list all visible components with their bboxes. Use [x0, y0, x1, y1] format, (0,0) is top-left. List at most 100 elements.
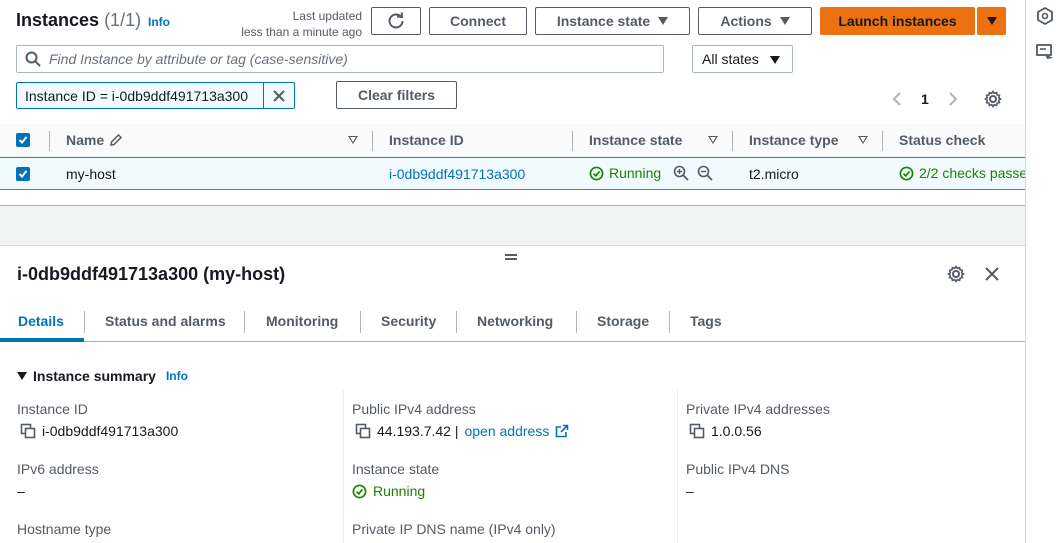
column-header-instance-type[interactable]: Instance type [749, 132, 838, 148]
column-header-name[interactable]: Name [66, 132, 104, 148]
actions-button[interactable]: Actions [698, 7, 812, 35]
info-link[interactable]: Info [166, 369, 188, 383]
search-bar[interactable] [16, 45, 664, 73]
tab-separator [244, 311, 245, 333]
feedback-icon[interactable] [1035, 42, 1055, 62]
cell-instance-id-link[interactable]: i-0db9ddf491713a300 [389, 166, 525, 182]
tab-networking[interactable]: Networking [477, 313, 553, 329]
private-ipv4-label: Private IPv4 addresses [686, 401, 830, 417]
column-divider [677, 390, 678, 543]
page-number[interactable]: 1 [921, 91, 929, 107]
public-ipv4-label: Public IPv4 address [352, 401, 476, 417]
public-ipv4-value: 44.193.7.42 | open address [355, 423, 569, 439]
tab-security[interactable]: Security [381, 313, 436, 329]
cell-status-text: 2/2 checks passed [919, 165, 1025, 181]
column-header-instance-state[interactable]: Instance state [589, 132, 682, 148]
launch-instances-button[interactable]: Launch instances [820, 7, 975, 35]
refresh-icon [388, 12, 404, 29]
tab-monitoring[interactable]: Monitoring [266, 313, 338, 329]
success-icon [899, 166, 914, 180]
sort-icon[interactable] [348, 136, 358, 144]
caret-down-icon [779, 17, 790, 25]
gear-icon[interactable] [984, 90, 1002, 108]
open-address-link[interactable]: open address [464, 423, 549, 439]
info-link[interactable]: Info [148, 15, 170, 29]
chevron-left-icon[interactable] [891, 91, 903, 107]
column-divider [572, 131, 573, 151]
tab-status-and-alarms[interactable]: Status and alarms [105, 313, 226, 329]
row-checkbox[interactable] [16, 167, 30, 181]
instance-count: (1/1) [104, 10, 142, 30]
tab-separator [360, 311, 361, 333]
search-icon [25, 51, 41, 67]
select-all-checkbox[interactable] [16, 133, 30, 147]
tab-tags[interactable]: Tags [690, 313, 722, 329]
private-ipv4-value: 1.0.0.56 [689, 423, 762, 439]
tab-details[interactable]: Details [18, 313, 64, 329]
details-tabs: Details Status and alarms Monitoring Sec… [0, 305, 1025, 342]
cell-instance-state: Running [589, 165, 661, 181]
last-updated: Last updated less than a minute ago [232, 8, 362, 40]
table-header: Name Instance ID Instance state Instance… [0, 124, 1025, 157]
refresh-button[interactable] [371, 7, 421, 35]
hexagon-icon[interactable] [1035, 6, 1055, 26]
cell-name: my-host [66, 166, 116, 182]
ipv6-label: IPv6 address [17, 461, 99, 477]
tab-separator [669, 311, 670, 333]
zoom-out-icon[interactable] [697, 165, 713, 181]
column-divider [49, 131, 50, 151]
remove-filter-button[interactable] [264, 83, 294, 108]
private-ipv4-text: 1.0.0.56 [711, 423, 762, 439]
sort-icon[interactable] [858, 136, 868, 144]
copy-icon[interactable] [355, 423, 371, 439]
copy-icon[interactable] [20, 423, 36, 439]
page-title-text: Instances [16, 10, 100, 30]
cell-state-text: Running [609, 165, 662, 181]
close-icon[interactable] [985, 267, 999, 281]
column-divider [372, 131, 373, 151]
instance-state-label: Instance state [352, 461, 440, 477]
instance-state-button[interactable]: Instance state [535, 7, 690, 35]
gear-icon[interactable] [947, 265, 965, 283]
filter-token: Instance ID = i-0db9ddf491713a300 [16, 82, 295, 109]
instance-id-value: i-0db9ddf491713a300 [20, 423, 178, 439]
check-icon [18, 136, 28, 144]
connect-button[interactable]: Connect [429, 7, 527, 35]
instance-summary-toggle[interactable]: Instance summary Info [17, 368, 188, 384]
connect-label: Connect [450, 13, 506, 29]
table-row[interactable]: my-host i-0db9ddf491713a300 Running t2.m… [0, 157, 1025, 190]
search-input[interactable] [49, 51, 649, 67]
pencil-icon [110, 133, 123, 146]
instance-id-label: Instance ID [17, 401, 88, 417]
ipv6-value: – [17, 483, 25, 499]
column-divider [732, 131, 733, 151]
cell-status-check[interactable]: 2/2 checks passed [899, 165, 1025, 181]
column-header-instance-id[interactable]: Instance ID [389, 132, 464, 148]
actions-label: Actions [720, 13, 772, 29]
external-link-icon[interactable] [555, 424, 569, 438]
resize-handle[interactable] [505, 254, 517, 260]
sort-icon[interactable] [708, 136, 718, 144]
state-filter-select[interactable]: All states [692, 45, 793, 73]
instance-state-value: Running [352, 483, 425, 499]
tab-separator [456, 311, 457, 333]
instance-id-text: i-0db9ddf491713a300 [42, 423, 179, 439]
clear-filters-label: Clear filters [357, 87, 436, 103]
section-title-text: Instance summary [33, 368, 156, 384]
state-filter-value: All states [702, 51, 759, 67]
chevron-right-icon[interactable] [947, 91, 959, 107]
last-updated-label: Last updated [292, 9, 362, 23]
clear-filters-button[interactable]: Clear filters [336, 81, 457, 109]
launch-dropdown-button[interactable] [977, 7, 1006, 35]
caret-down-icon [986, 17, 997, 25]
tab-storage[interactable]: Storage [597, 313, 649, 329]
column-header-status-check[interactable]: Status check [899, 132, 985, 148]
filter-token-label: Instance ID = i-0db9ddf491713a300 [17, 83, 265, 108]
last-updated-value: less than a minute ago [241, 25, 362, 39]
column-divider [343, 390, 344, 543]
copy-icon[interactable] [689, 423, 705, 439]
success-icon [352, 484, 367, 498]
caret-down-icon [658, 17, 669, 25]
active-tab-indicator [0, 338, 84, 342]
zoom-in-icon[interactable] [673, 165, 689, 181]
